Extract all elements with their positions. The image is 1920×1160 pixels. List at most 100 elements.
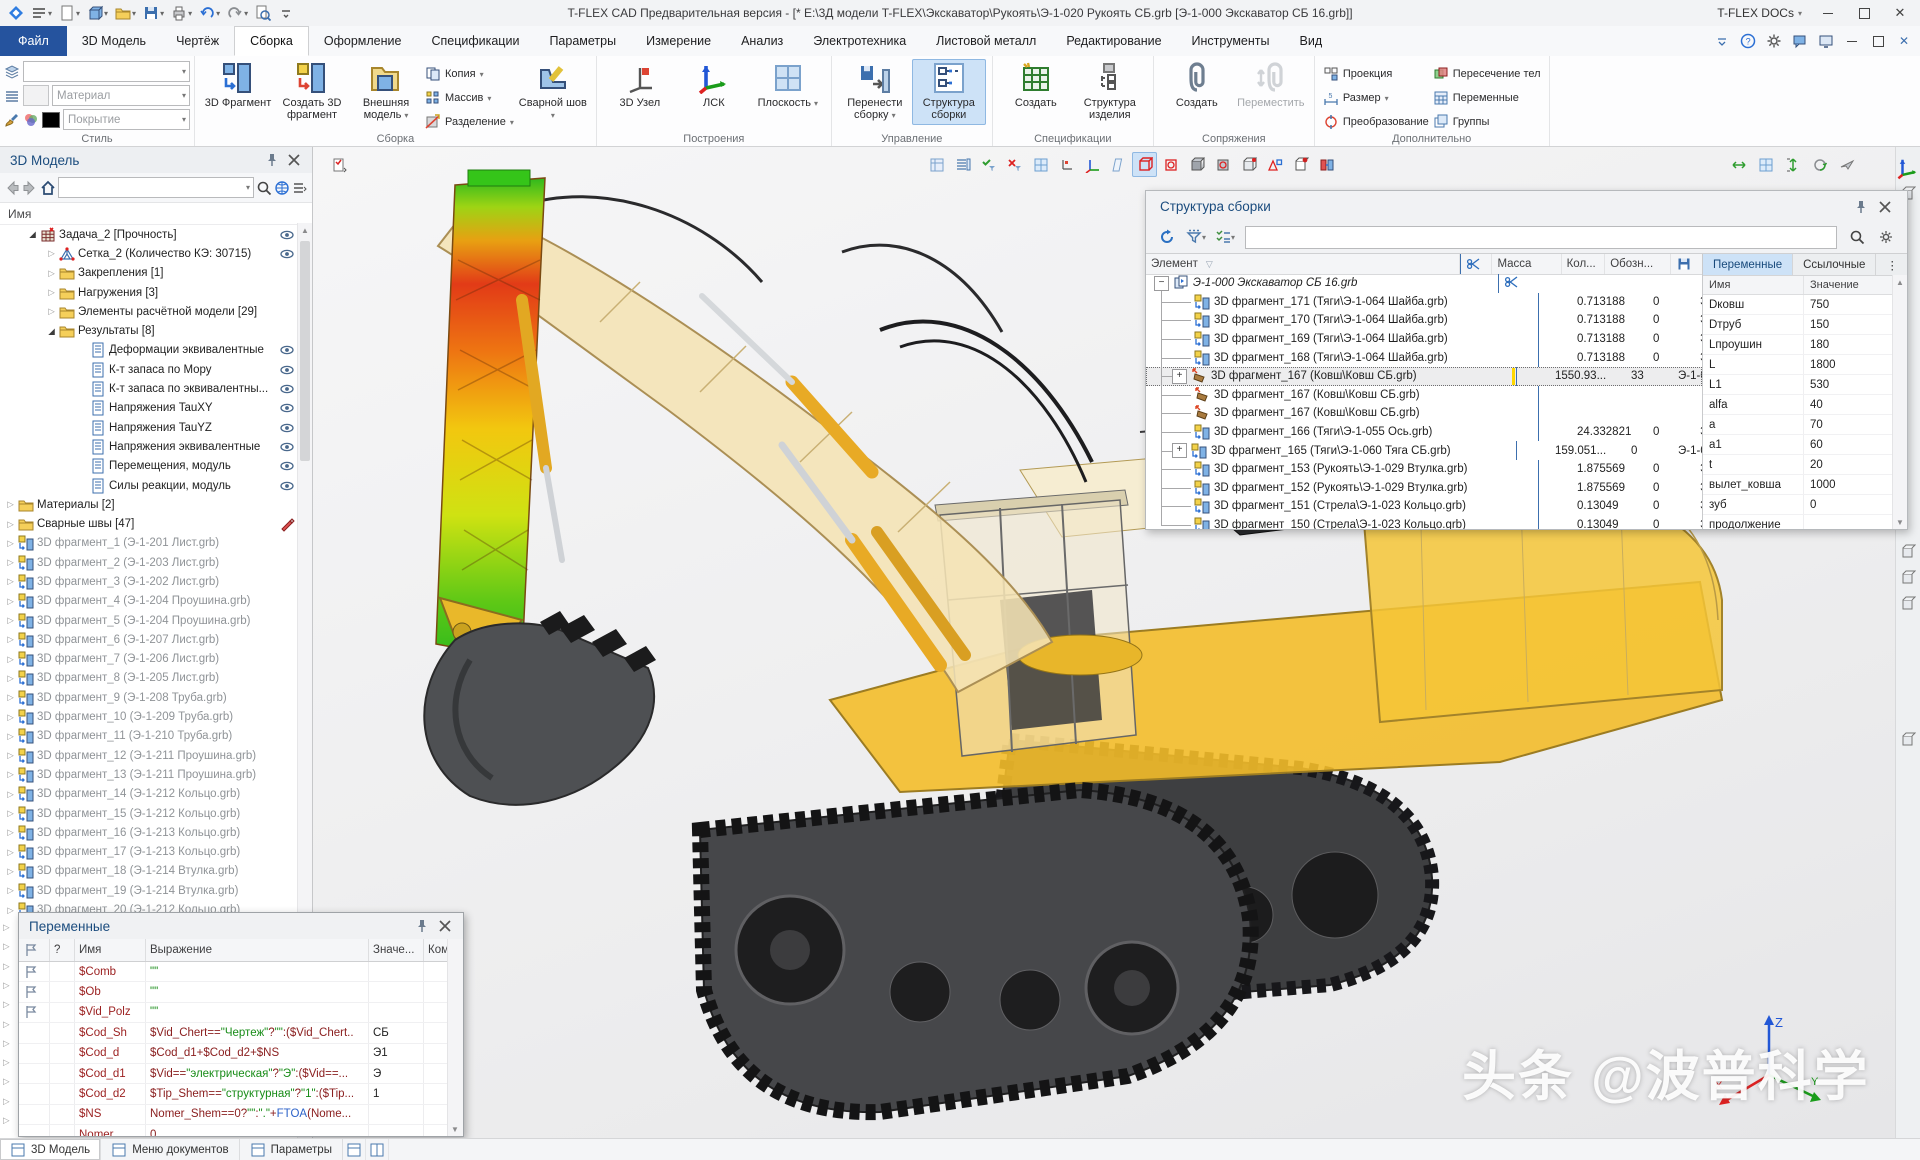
app-menu-button[interactable]: ▾ — [28, 2, 55, 24]
tree-item[interactable]: Деформации эквивалентные — [0, 341, 312, 360]
variable-row[interactable]: Lпроушин180 — [1703, 335, 1907, 355]
ribbon-button-внешняя-модель[interactable]: Внешняя модель ▾ — [349, 59, 423, 125]
coating-combo[interactable]: Покрытие▾ — [63, 109, 190, 130]
tree-expander-icon[interactable]: ▷ — [4, 712, 17, 723]
back-icon[interactable] — [4, 180, 20, 196]
variables-column-1[interactable]: Значение — [1804, 276, 1905, 294]
tree-expander-icon[interactable]: ▷ — [4, 769, 17, 780]
help-icon[interactable]: ? — [1736, 30, 1760, 52]
collapse-box[interactable]: − — [1154, 276, 1169, 291]
variable-row[interactable]: a70 — [1703, 415, 1907, 435]
tree-item[interactable]: ▷3D фрагмент_8 (Э-1-205 Лист.grb) — [0, 669, 312, 688]
tree-item[interactable]: ▷3D фрагмент_1 (Э-1-201 Лист.grb) — [0, 534, 312, 553]
assembly-row[interactable]: 3D фрагмент_167 (Ковш\Ковш СБ.grb) — [1146, 404, 1702, 423]
print-button[interactable]: ▾ — [168, 2, 195, 24]
tab-спецификации[interactable]: Спецификации — [416, 26, 534, 56]
variables-tab-other[interactable]: Ссылочные — [1793, 254, 1876, 275]
tree-item[interactable]: ▷3D фрагмент_6 (Э-1-207 Лист.grb) — [0, 630, 312, 649]
expand-box[interactable]: + — [1172, 443, 1187, 458]
tree-item[interactable]: ▷3D фрагмент_2 (Э-1-203 Лист.grb) — [0, 553, 312, 572]
tree-expander-icon[interactable]: ▷ — [4, 885, 17, 896]
tree-expander-icon[interactable]: ▷ — [4, 654, 17, 665]
tree-expander-icon[interactable]: ▷ — [4, 557, 17, 568]
minimize-button[interactable] — [1810, 1, 1846, 25]
variable-row[interactable]: t20 — [1703, 455, 1907, 475]
assembly-row[interactable]: 3D фрагмент_167 (Ковш\Ковш СБ.grb) — [1146, 386, 1702, 405]
pin-icon[interactable] — [414, 918, 430, 934]
tree-expander-icon[interactable]: ▷ — [45, 306, 58, 317]
window-close-icon[interactable]: ✕ — [1892, 30, 1916, 52]
tree-item[interactable]: ▷3D фрагмент_14 (Э-1-212 Кольцо.grb) — [0, 785, 312, 804]
column-designation[interactable]: Обозн... — [1605, 254, 1671, 274]
tree-expander-icon[interactable]: ▷ — [4, 615, 17, 626]
variable-editor-row[interactable]: $Cod_d$Cod_d1+$Cod_d2+$NSЭ1 — [19, 1044, 463, 1064]
assembly-row[interactable]: 3D фрагмент_171 (Тяги\Э-1-064 Шайба.grb)… — [1146, 293, 1702, 312]
variables-editor-scrollbar[interactable]: ▼ — [447, 939, 463, 1136]
ribbon-button-создать[interactable]: Создать — [999, 59, 1073, 112]
tree-expander-icon[interactable]: ▷ — [3, 980, 15, 991]
tree-expander-icon[interactable]: ▷ — [45, 248, 58, 259]
tree-expander-icon[interactable]: ▷ — [3, 922, 15, 933]
fragment-pair-icon[interactable] — [1314, 152, 1339, 177]
tflex-docs-button[interactable]: T-FLEX DOCs ▾ — [1705, 6, 1810, 20]
fly-view-icon[interactable] — [1834, 152, 1859, 177]
tree-expander-icon[interactable]: ▷ — [3, 1096, 15, 1107]
tree-item[interactable]: ▷3D фрагмент_17 (Э-1-213 Кольцо.grb) — [0, 843, 312, 862]
statusbar-tab-меню-документов[interactable]: Меню документов — [101, 1139, 239, 1160]
redo-button[interactable]: ▾ — [224, 2, 251, 24]
tab-редактирование[interactable]: Редактирование — [1051, 26, 1176, 56]
tree-item[interactable]: Силы реакции, модуль — [0, 476, 312, 495]
tree-item[interactable]: Напряжения эквивалентные — [0, 437, 312, 456]
ribbon-button-3d-фрагмент[interactable]: 3D Фрагмент — [201, 59, 275, 112]
ribbon-button-группы[interactable]: Группы — [1433, 112, 1541, 132]
column-flag-icon[interactable] — [19, 939, 50, 961]
tree-expander-icon[interactable]: ▷ — [4, 538, 17, 549]
feedback-icon[interactable] — [1788, 30, 1812, 52]
new-document-button[interactable]: ▾ — [56, 2, 83, 24]
ribbon-button-проекция[interactable]: Проекция — [1323, 64, 1429, 84]
window-restore-icon[interactable] — [1866, 30, 1890, 52]
ribbon-button-создать[interactable]: Создать — [1160, 59, 1234, 112]
window-minimize-icon[interactable] — [1840, 30, 1864, 52]
gear-icon[interactable] — [1873, 225, 1899, 249]
forward-icon[interactable] — [22, 180, 38, 196]
variable-row[interactable]: вылет_ковша1000 — [1703, 475, 1907, 495]
notes-icon[interactable] — [1897, 729, 1919, 751]
assembly-row[interactable]: 3D фрагмент_153 (Рукоять\Э-1-029 Втулка.… — [1146, 460, 1702, 479]
tree-item[interactable]: ▷Материалы [2] — [0, 495, 312, 514]
variables-scrollbar[interactable]: ▲▼ — [1892, 275, 1907, 529]
tree-expander-icon[interactable]: ▷ — [4, 789, 17, 800]
tree-expander-icon[interactable]: ▷ — [4, 576, 17, 587]
home-icon[interactable] — [40, 180, 56, 196]
zoom-fit-icon[interactable] — [1726, 152, 1751, 177]
column-element[interactable]: Элемент▽ — [1146, 254, 1460, 274]
column-mass[interactable]: Масса — [1492, 254, 1561, 274]
lcs-axes-icon[interactable] — [1080, 152, 1105, 177]
ribbon-button-перенести-сборку[interactable]: Перенести сборку ▾ — [838, 59, 912, 125]
ribbon-collapse-icon[interactable] — [1710, 30, 1734, 52]
variable-row[interactable]: Dковш750 — [1703, 295, 1907, 315]
variable-editor-row[interactable]: $Cod_d2$Tip_Shem=="структурная"?"1":($Ti… — [19, 1084, 463, 1104]
tree-item[interactable]: ▷3D фрагмент_3 (Э-1-202 Лист.grb) — [0, 572, 312, 591]
solid-icon[interactable] — [1184, 152, 1209, 177]
clip-plane-2-icon[interactable] — [1897, 567, 1919, 589]
variable-editor-row[interactable]: $Ob"" — [19, 982, 463, 1002]
tree-expander-icon[interactable]: ◢ — [26, 229, 39, 240]
lcs-point-icon[interactable] — [1054, 152, 1079, 177]
cube-icon[interactable] — [1236, 152, 1261, 177]
tree-expander-icon[interactable]: ▷ — [4, 731, 17, 742]
clip-plane-1-icon[interactable] — [1897, 541, 1919, 563]
tree-expander-icon[interactable]: ▷ — [4, 499, 17, 510]
tree-item[interactable]: Напряжения TauYZ — [0, 418, 312, 437]
tflex-logo-button[interactable] — [5, 2, 27, 24]
tree-item[interactable]: К-т запаса по эквивалентны... — [0, 379, 312, 398]
variable-row[interactable]: alfa40 — [1703, 395, 1907, 415]
variables-tab-overflow[interactable]: ⋮ — [1876, 254, 1908, 275]
close-button[interactable]: ✕ — [1882, 1, 1918, 25]
sheet-options-icon[interactable] — [326, 152, 351, 177]
solid-circle-icon[interactable] — [1210, 152, 1235, 177]
window-layout-2-icon[interactable] — [366, 1139, 389, 1160]
column-name[interactable]: Имя — [75, 939, 146, 961]
assembly-row[interactable]: +3D фрагмент_167 (Ковш\Ковш СБ.grb)1550.… — [1146, 367, 1702, 386]
assembly-row[interactable]: 3D фрагмент_150 (Стрела\Э-1-023 Кольцо.g… — [1146, 516, 1702, 529]
